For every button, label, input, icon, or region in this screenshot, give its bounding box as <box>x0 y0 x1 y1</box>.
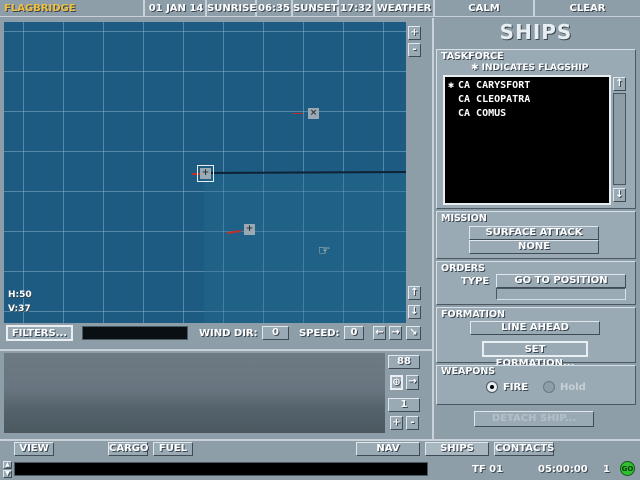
tab-contacts[interactable]: CONTACTS <box>494 442 554 456</box>
sunrise-label: SUNRISE <box>207 0 257 17</box>
go-label: GO <box>621 465 634 473</box>
sunset-time: 17:32 <box>339 0 375 17</box>
list-item[interactable]: ✱ CA CARYSFORT <box>448 79 606 93</box>
detach-ship-button[interactable]: DETACH SHIP... <box>474 411 594 427</box>
message-log <box>14 462 428 476</box>
flagship-note: ✱ INDICATES FLAGSHIP <box>471 63 589 73</box>
arrow-right-icon: → <box>391 327 400 338</box>
list-scroll-down-button[interactable]: ↓ <box>613 188 626 202</box>
list-scrollbar-track[interactable] <box>613 93 626 185</box>
ship-list[interactable]: ✱ CA CARYSFORT CA CLEOPATRA CA COMUS <box>443 75 611 205</box>
map-info-field <box>82 326 188 340</box>
sunset-label: SUNSET <box>293 0 339 17</box>
ship-name: CA CARYSFORT <box>458 80 531 91</box>
go-button[interactable]: GO <box>620 461 635 476</box>
radio-dot-icon <box>490 385 494 389</box>
view-decrease-button[interactable]: - <box>406 416 419 430</box>
ship-name: CA COMUS <box>458 108 507 119</box>
list-item[interactable]: CA COMUS <box>448 107 606 121</box>
hold-label: Hold <box>560 382 586 393</box>
scroll-down-button[interactable]: ↓ <box>408 305 421 319</box>
view-zoom-button[interactable]: ⊕ <box>390 375 403 390</box>
scroll-left-button[interactable]: ← <box>373 326 386 340</box>
date-display: 01 JAN 14 <box>147 0 207 17</box>
resize-icon: ↘ <box>409 327 418 338</box>
order-type-button[interactable]: GO TO POSITION <box>496 274 626 288</box>
mission-primary-button[interactable]: SURFACE ATTACK <box>469 226 599 240</box>
formation-value-button[interactable]: LINE AHEAD <box>470 321 600 335</box>
crosshair-icon: ⊕ <box>392 377 401 388</box>
filters-button[interactable]: FILTERS... <box>6 325 73 341</box>
contact-marker[interactable]: × <box>308 108 319 119</box>
v-coordinate-readout: V:37 <box>8 304 31 314</box>
speed-field[interactable]: 0 <box>344 326 364 340</box>
arrow-right-icon: → <box>408 376 417 387</box>
scroll-up-button[interactable]: ↑ <box>408 286 421 300</box>
ocean-view <box>4 353 385 433</box>
flagship-marker[interactable]: + <box>200 168 211 179</box>
tab-ships[interactable]: SHIPS <box>425 442 489 456</box>
fire-radio[interactable] <box>486 381 498 393</box>
fire-label: FIRE <box>503 382 529 393</box>
wind-dir-field[interactable]: 0 <box>262 326 289 340</box>
contact-marker[interactable]: + <box>244 224 255 235</box>
speed-label: SPEED: <box>299 328 340 339</box>
mission-secondary-button[interactable]: NONE <box>469 240 599 254</box>
order-detail-field <box>496 288 626 300</box>
weather-label: WEATHER <box>375 0 435 17</box>
arrow-left-icon: ← <box>375 327 384 338</box>
zoom-in-button[interactable]: + <box>408 26 421 40</box>
map-corner-button[interactable]: ↘ <box>406 326 421 340</box>
view-increase-button[interactable]: + <box>390 416 403 430</box>
time-compression: 1 <box>603 464 610 475</box>
mission-label: MISSION <box>441 213 487 224</box>
message-scroll-up-button[interactable]: ▲ <box>3 461 12 469</box>
order-type-label: TYPE <box>461 276 490 287</box>
view-count-top: 88 <box>388 355 420 369</box>
list-item[interactable]: CA CLEOPATRA <box>448 93 606 107</box>
hold-radio[interactable] <box>543 381 555 393</box>
tab-nav[interactable]: NAV <box>356 442 420 456</box>
h-coordinate-readout: H:50 <box>8 290 32 300</box>
app-title: FLAGBRIDGE <box>0 0 145 17</box>
message-scroll-down-button[interactable]: ▼ <box>3 470 12 478</box>
sunrise-time: 06:35 <box>257 0 293 17</box>
flagship-icon: ✱ <box>448 80 455 91</box>
ships-header: SHIPS <box>499 20 573 44</box>
view-count-bottom: 1 <box>388 398 420 412</box>
scroll-right-button[interactable]: → <box>389 326 402 340</box>
top-bar: FLAGBRIDGE 01 JAN 14 SUNRISE 06:35 SUNSE… <box>0 0 640 17</box>
weapons-label: WEAPONS <box>441 366 496 377</box>
tactical-map[interactable]: × + + ☞ H:50 V:37 <box>4 22 407 323</box>
zoom-out-button[interactable]: - <box>408 43 421 57</box>
list-scroll-up-button[interactable]: ↑ <box>613 77 626 91</box>
tab-cargo[interactable]: CARGO <box>108 442 149 456</box>
sky-state: CLEAR <box>569 3 606 14</box>
ship-name: CA CLEOPATRA <box>458 94 531 105</box>
game-clock: 05:00:00 <box>538 464 588 475</box>
wind-dir-label: WIND DIR: <box>199 328 258 339</box>
taskforce-indicator: TF 01 <box>472 464 504 475</box>
taskforce-label: TASKFORCE <box>441 51 504 62</box>
formation-label: FORMATION <box>441 309 505 320</box>
set-formation-button[interactable]: SET FORMATION... <box>482 341 588 369</box>
tab-view[interactable]: VIEW <box>14 442 54 456</box>
tab-fuel[interactable]: FUEL <box>153 442 193 456</box>
sea-shading <box>204 172 406 323</box>
pointer-hand-icon: ☞ <box>318 243 331 259</box>
orders-label: ORDERS <box>441 263 485 274</box>
contact-trail <box>293 113 303 114</box>
view-next-button[interactable]: → <box>406 375 419 390</box>
sea-state: CALM <box>435 0 535 17</box>
